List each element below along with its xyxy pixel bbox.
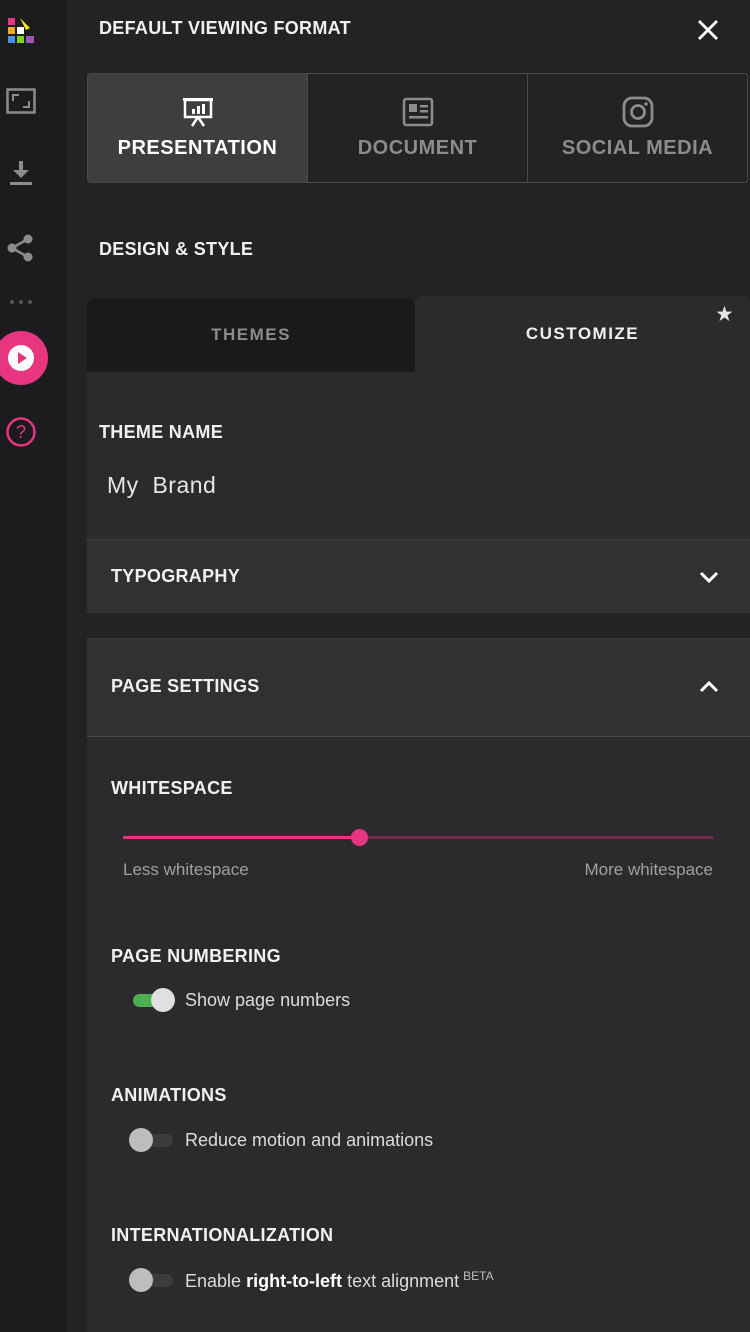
chevron-up-icon <box>699 680 719 693</box>
slider-thumb[interactable] <box>351 829 368 846</box>
play-button[interactable] <box>0 331 48 385</box>
tab-themes[interactable]: THEMES <box>87 298 415 372</box>
page-settings-accordion[interactable]: PAGE SETTINGS <box>87 638 750 736</box>
reduce-motion-row: Reduce motion and animations <box>129 1128 433 1152</box>
whitespace-label: WHITESPACE <box>111 778 233 798</box>
format-presentation-button[interactable]: PRESENTATION <box>88 74 308 182</box>
more-whitespace-label: More whitespace <box>584 860 713 879</box>
page-numbers-toggle[interactable] <box>129 988 175 1012</box>
theme-name-input[interactable]: My Brand <box>107 472 216 499</box>
format-social-media-button[interactable]: SOCIAL MEDIA <box>528 74 747 182</box>
theme-name-label: THEME NAME <box>99 422 223 442</box>
tab-themes-label: THEMES <box>211 325 291 344</box>
internationalization-label: INTERNATIONALIZATION <box>111 1225 334 1245</box>
reduce-motion-toggle-label: Reduce motion and animations <box>185 1129 434 1150</box>
close-icon <box>698 20 718 40</box>
format-selector: PRESENTATION DOCUMENT SOCIAL MEDIA <box>87 73 748 183</box>
design-style-heading: DESIGN & STYLE <box>99 239 254 259</box>
star-icon: ★ <box>716 304 734 324</box>
page-numbers-toggle-label: Show page numbers <box>185 989 351 1010</box>
format-document-label: DOCUMENT <box>357 136 478 159</box>
format-document-button[interactable]: DOCUMENT <box>308 74 528 182</box>
typography-label: TYPOGRAPHY <box>111 566 241 586</box>
chevron-down-icon <box>699 571 719 584</box>
format-presentation-label: PRESENTATION <box>117 136 278 159</box>
typography-accordion[interactable]: TYPOGRAPHY <box>87 539 750 613</box>
design-tabs: THEMES CUSTOMIZE ★ <box>87 296 750 372</box>
help-icon[interactable]: ? <box>4 415 38 449</box>
close-button[interactable] <box>692 14 724 46</box>
svg-text:?: ? <box>16 422 26 442</box>
beta-badge: BETA <box>463 1268 494 1283</box>
rtl-toggle-label: Enable right-to-left text alignment BETA <box>185 1268 494 1291</box>
tab-customize[interactable]: CUSTOMIZE ★ <box>415 296 750 372</box>
slider-fill <box>123 836 359 839</box>
animations-label: ANIMATIONS <box>111 1085 227 1105</box>
instagram-icon <box>622 96 654 127</box>
download-icon[interactable] <box>4 156 38 190</box>
page-title: DEFAULT VIEWING FORMAT <box>99 18 351 38</box>
format-social-media-label: SOCIAL MEDIA <box>561 136 714 159</box>
share-icon[interactable] <box>4 231 38 265</box>
left-rail: ? <box>0 0 67 1332</box>
page-numbers-row: Show page numbers <box>129 988 350 1012</box>
whitespace-slider[interactable] <box>123 826 713 850</box>
document-icon <box>402 97 434 127</box>
app-logo-icon[interactable] <box>6 14 38 46</box>
more-dots-icon[interactable] <box>4 290 38 314</box>
section-gap <box>87 613 750 638</box>
rtl-toggle[interactable] <box>129 1268 175 1292</box>
presentation-icon <box>182 97 214 127</box>
page-numbering-label: PAGE NUMBERING <box>111 946 281 966</box>
reduce-motion-toggle[interactable] <box>129 1128 175 1152</box>
rtl-row: Enable right-to-left text alignment BETA <box>129 1268 494 1292</box>
less-whitespace-label: Less whitespace <box>123 860 249 879</box>
page-settings-label: PAGE SETTINGS <box>111 676 260 696</box>
tab-customize-label: CUSTOMIZE <box>525 324 640 343</box>
play-icon <box>8 345 34 371</box>
fullscreen-icon[interactable] <box>4 84 38 118</box>
